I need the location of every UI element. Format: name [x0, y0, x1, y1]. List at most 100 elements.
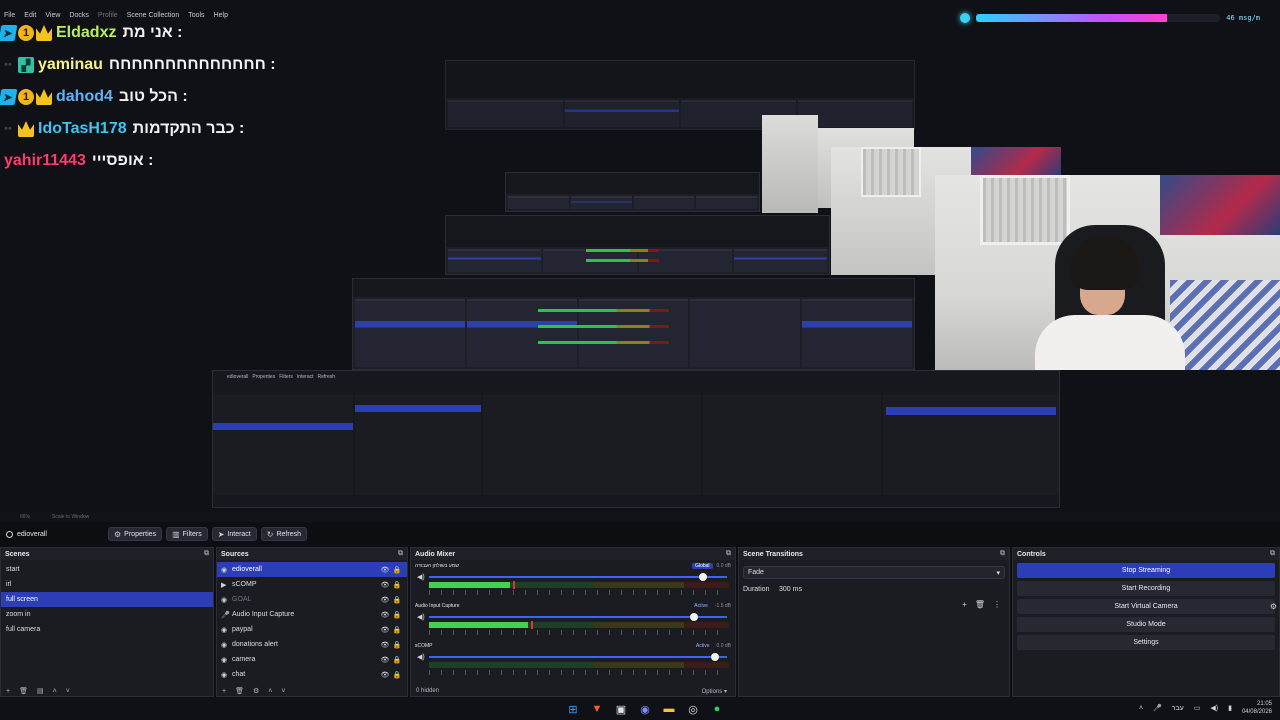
visibility-eye-icon[interactable]: 👁	[379, 656, 391, 664]
chevron-up-icon[interactable]: ˄	[53, 688, 57, 695]
volume-slider[interactable]	[429, 573, 727, 581]
add-icon[interactable]: +	[222, 688, 226, 695]
volume-knob[interactable]	[699, 573, 708, 581]
lock-icon[interactable]: 🔒	[391, 581, 403, 589]
chevron-up-icon[interactable]: ˄	[1139, 705, 1143, 712]
discord-icon[interactable]: ◉	[637, 701, 653, 717]
controls-dock: Controls ⧉ Stop Streaming Start Recording…	[1012, 547, 1280, 697]
gear-icon[interactable]: ⚙	[1270, 602, 1277, 611]
zoom-level[interactable]: 66%	[20, 514, 30, 520]
source-item[interactable]: ◉ edioverall 👁 🔒	[217, 562, 407, 577]
lock-icon[interactable]: 🔒	[391, 671, 403, 679]
windows-start-icon[interactable]: ⊞	[565, 701, 581, 717]
mixer-options-button[interactable]: Options ▾	[702, 688, 727, 695]
speaker-icon[interactable]: ◀)	[417, 573, 425, 581]
lock-icon[interactable]: 🔒	[391, 641, 403, 649]
visibility-eye-icon[interactable]: 👁	[379, 581, 391, 589]
transition-type-select[interactable]: Fade ▾	[743, 566, 1005, 579]
visibility-eye-icon[interactable]: 👁	[379, 626, 391, 634]
lock-icon[interactable]: 🔒	[391, 596, 403, 604]
duration-input[interactable]: 300 ms	[777, 583, 1005, 596]
add-icon[interactable]: +	[962, 600, 967, 609]
sub-badge-icon: ▞	[18, 57, 34, 73]
remove-icon[interactable]: 🗑	[235, 687, 244, 695]
ghost-badge-icon: ••	[4, 59, 12, 71]
filter-icon: ▥	[172, 529, 180, 539]
menu-help[interactable]: Help	[214, 12, 228, 24]
filters-label: Filters	[182, 530, 202, 538]
obs-icon[interactable]: ◎	[685, 701, 701, 717]
stop-streaming-button[interactable]: Stop Streaming	[1017, 563, 1275, 578]
speaker-icon[interactable]: ◀)	[417, 613, 425, 621]
undock-icon[interactable]: ⧉	[1000, 550, 1005, 558]
chevron-down-icon[interactable]: ˅	[281, 688, 285, 695]
folder-icon[interactable]: ▬	[661, 701, 677, 717]
sources-header: Sources ⧉	[217, 548, 407, 560]
chevron-up-icon[interactable]: ˄	[268, 688, 272, 695]
undock-icon[interactable]: ⧉	[1270, 550, 1275, 558]
undock-icon[interactable]: ⧉	[726, 550, 731, 558]
add-icon[interactable]: +	[6, 688, 10, 695]
chat-badges: •• ▞	[0, 57, 34, 73]
scene-item[interactable]: start	[1, 562, 213, 577]
studio-mode-button[interactable]: Studio Mode	[1017, 617, 1275, 632]
menu-tools[interactable]: Tools	[188, 12, 204, 24]
lock-icon[interactable]: 🔒	[391, 656, 403, 664]
lock-icon[interactable]: 🔒	[391, 626, 403, 634]
undock-icon[interactable]: ⧉	[204, 550, 209, 558]
properties-button[interactable]: ⚙ Properties	[108, 527, 163, 541]
spotify-icon[interactable]: ●	[709, 701, 725, 717]
filter-icon[interactable]: ▤	[37, 687, 44, 695]
hidden-count[interactable]: 0 hidden	[416, 688, 439, 694]
language-indicator[interactable]: עבר	[1172, 705, 1184, 712]
start-recording-button[interactable]: Start Recording	[1017, 581, 1275, 596]
visibility-eye-icon[interactable]: 👁	[379, 611, 391, 619]
volume-slider[interactable]	[429, 653, 727, 661]
chevron-down-icon[interactable]: ˅	[66, 688, 70, 695]
volume-slider[interactable]	[429, 613, 727, 621]
clock[interactable]: 21:05 04/08/2026	[1242, 700, 1272, 716]
mixer-channels: שמע בשולחן העבודה Global 0.0 dB ◀) Audio Inp…	[411, 560, 735, 680]
source-item[interactable]: ◉ chat 👁 🔒	[217, 667, 407, 682]
source-item[interactable]: ◉ camera 👁 🔒	[217, 652, 407, 667]
store-icon[interactable]: ▣	[613, 701, 629, 717]
source-item[interactable]: ▶ sCOMP 👁 🔒	[217, 577, 407, 592]
transition-tools: + 🗑 ⋮	[962, 600, 1001, 609]
gear-icon[interactable]: ⚙	[253, 687, 259, 695]
visibility-eye-icon[interactable]: 👁	[379, 566, 391, 574]
channel-name: שמע בשולחן העבודה	[415, 563, 459, 569]
meter-scale	[429, 590, 729, 595]
filters-button[interactable]: ▥ Filters	[166, 527, 208, 541]
remove-icon[interactable]: 🗑	[19, 687, 28, 695]
refresh-button[interactable]: ↻ Refresh	[260, 527, 307, 541]
visibility-eye-icon[interactable]: 👁	[379, 641, 391, 649]
lock-icon[interactable]: 🔒	[391, 566, 403, 574]
scene-item[interactable]: full camera	[1, 622, 213, 637]
interact-button[interactable]: ➤ Interact	[211, 527, 257, 541]
scene-item[interactable]: irl	[1, 577, 213, 592]
more-icon[interactable]: ⋮	[993, 600, 1001, 609]
visibility-eye-icon[interactable]: 👁	[379, 671, 391, 679]
visibility-eye-icon[interactable]: 👁	[379, 596, 391, 604]
lock-icon[interactable]: 🔒	[391, 611, 403, 619]
network-icon[interactable]: ▭	[1194, 704, 1201, 712]
scene-item[interactable]: full screen	[1, 592, 213, 607]
start-virtual-camera-button[interactable]: Start Virtual Camera ⚙	[1017, 599, 1277, 614]
battery-icon[interactable]: ▮	[1228, 704, 1232, 712]
volume-knob[interactable]	[711, 653, 720, 661]
webcam-feed	[935, 175, 1280, 370]
scale-mode[interactable]: Scale to Window	[52, 514, 89, 520]
source-item[interactable]: ◉ GOAL 👁 🔒	[217, 592, 407, 607]
source-item[interactable]: 🎤 Audio Input Capture 👁 🔒	[217, 607, 407, 622]
source-item[interactable]: ◉ paypal 👁 🔒	[217, 622, 407, 637]
scene-item[interactable]: zoom in	[1, 607, 213, 622]
settings-button[interactable]: Settings	[1017, 635, 1275, 650]
remove-icon[interactable]: 🗑	[975, 600, 985, 609]
volume-knob[interactable]	[690, 613, 699, 621]
undock-icon[interactable]: ⧉	[398, 550, 403, 558]
source-item[interactable]: ◉ donations alert 👁 🔒	[217, 637, 407, 652]
volume-icon[interactable]: ◀)	[1210, 704, 1218, 712]
mic-icon[interactable]: 🎤	[1153, 704, 1162, 712]
brave-icon[interactable]: ▼	[589, 701, 605, 717]
speaker-icon[interactable]: ◀)	[417, 653, 425, 661]
